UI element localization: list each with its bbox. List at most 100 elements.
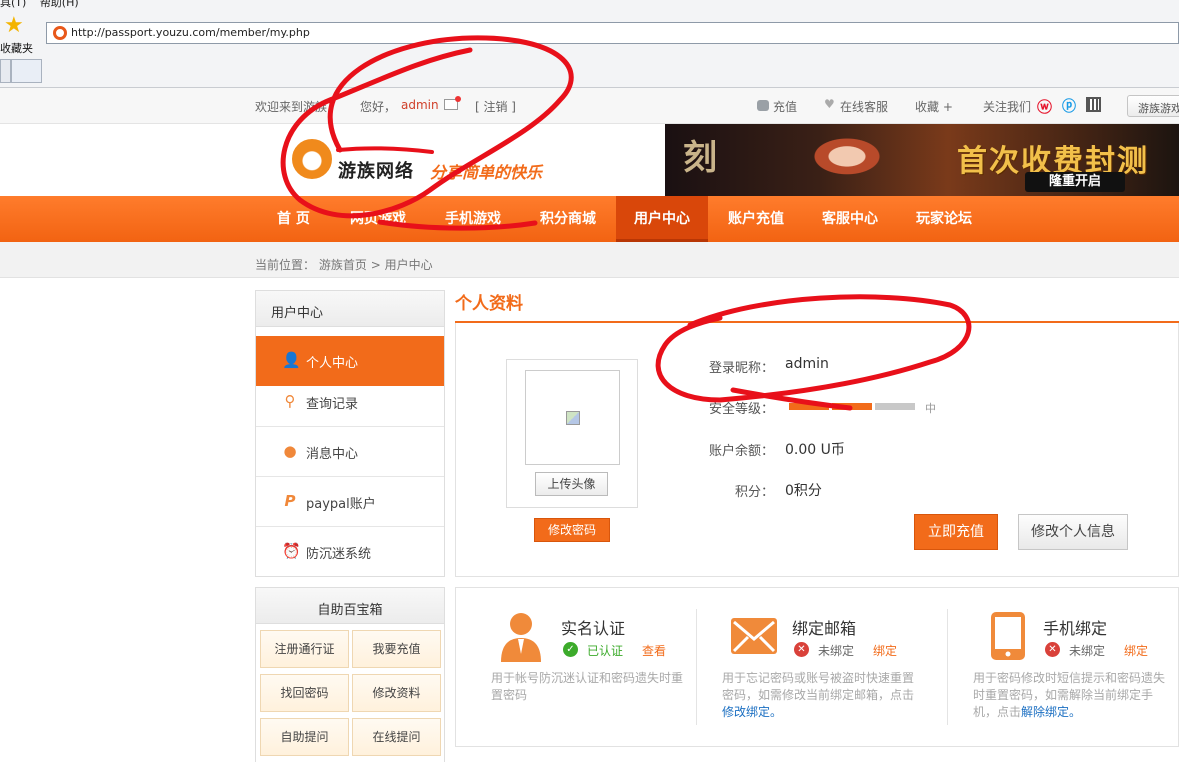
points-label: 积分： xyxy=(734,485,774,500)
logo-slogan: 分享简单的快乐 xyxy=(430,163,543,182)
browser-new-tab[interactable] xyxy=(11,59,42,83)
banner-character-image xyxy=(775,124,895,196)
favorite-link[interactable]: 收藏 + xyxy=(915,98,953,115)
nav-customer-service[interactable]: 客服中心 xyxy=(822,196,878,242)
broken-image-icon xyxy=(566,411,580,425)
email-envelope-icon xyxy=(731,618,777,654)
qrcode-icon[interactable] xyxy=(1086,97,1101,112)
site-favicon-icon xyxy=(53,26,67,40)
breadcrumb-separator: > xyxy=(370,258,381,272)
sidebar-item-label: 消息中心 xyxy=(306,447,359,462)
balance-value: 0.00 U币 xyxy=(785,442,845,458)
chat-icon: ● xyxy=(283,442,297,460)
youzu-logo-icon[interactable] xyxy=(292,139,332,179)
follow-us-text: 关注我们 xyxy=(983,100,1032,114)
breadcrumb-current: 用户中心 xyxy=(384,258,433,272)
banner-game-logo: 刻 xyxy=(683,138,717,178)
card-desc-phone: 用于密码修改时短信提示和密码遗失时重置密码，如需解除当前绑定手机，点击解除绑定。 xyxy=(973,670,1173,721)
security-level-label: 安全等级： xyxy=(708,402,774,417)
nickname-label: 登录昵称： xyxy=(708,361,774,376)
toolbox-recharge-button[interactable]: 我要充值 xyxy=(352,630,441,668)
check-icon: ✓ xyxy=(563,642,578,657)
change-password-button[interactable]: 修改密码 xyxy=(534,518,610,542)
breadcrumb: 当前位置： 游族首页 > 用户中心 xyxy=(255,256,433,273)
coin-icon xyxy=(757,100,769,111)
card-divider xyxy=(696,609,697,725)
mail-icon[interactable] xyxy=(444,96,461,110)
balance-label: 账户余额： xyxy=(708,444,774,459)
welcome-text: 欢迎来到游族！ xyxy=(255,100,340,114)
nav-user-center[interactable]: 用户中心 xyxy=(616,196,708,242)
sidebar-item-paypal[interactable]: P paypal账户 xyxy=(256,477,444,527)
online-question-button[interactable]: 在线提问 xyxy=(352,718,441,756)
bind-phone-link[interactable]: 绑定 xyxy=(1124,642,1148,659)
browser-tab[interactable] xyxy=(0,59,11,83)
menu-help[interactable]: 帮助(H) xyxy=(40,0,79,9)
toolbox-title: 自助百宝箱 xyxy=(256,588,444,624)
section-title: 个人资料 xyxy=(455,294,523,314)
sidebar-item-anti-addiction[interactable]: ⏰ 防沉迷系统 xyxy=(256,527,444,577)
nav-points-mall[interactable]: 积分商城 xyxy=(540,196,596,242)
card-divider xyxy=(947,609,948,725)
recover-password-button[interactable]: 找回密码 xyxy=(260,674,349,712)
nav-forum[interactable]: 玩家论坛 xyxy=(916,196,972,242)
banner-subtitle: 隆重开启 xyxy=(1025,172,1125,192)
edit-info-button[interactable]: 修改资料 xyxy=(352,674,441,712)
cross-icon: ✕ xyxy=(794,642,809,657)
modify-binding-link[interactable]: 修改绑定。 xyxy=(722,705,782,719)
card-desc-text: 用于忘记密码或账号被盗时快速重置密码，如需修改当前绑定邮箱，点击 xyxy=(722,671,915,702)
security-bar-segment xyxy=(832,403,872,410)
site-topbar: 欢迎来到游族！ 您好， admin [ 注销 ] 充值 ♥ 在线客服 收藏 + … xyxy=(0,88,1179,124)
points-value: 0积分 xyxy=(785,483,822,499)
mobile-phone-icon xyxy=(991,612,1025,660)
breadcrumb-label: 当前位置： xyxy=(255,258,316,272)
view-link[interactable]: 查看 xyxy=(642,642,666,659)
recharge-now-button[interactable]: 立即充值 xyxy=(914,514,998,550)
logout-link[interactable]: [ 注销 ] xyxy=(475,98,516,115)
bind-email-link[interactable]: 绑定 xyxy=(873,642,897,659)
favorites-label[interactable]: 收藏夹 xyxy=(0,40,33,56)
sidebar-title: 用户中心 xyxy=(256,291,444,327)
sidebar-item-label: 防沉迷系统 xyxy=(306,547,372,562)
security-bar-segment xyxy=(875,403,915,410)
card-title-real-name: 实名认证 xyxy=(561,619,626,638)
main-nav: 首 页 网页游戏 手机游戏 积分商城 用户中心 账户充值 客服中心 玩家论坛 xyxy=(0,196,1179,242)
site-switch-button[interactable]: 游族游戏 xyxy=(1127,95,1179,117)
sidebar-item-messages[interactable]: ● 消息中心 xyxy=(256,427,444,477)
nickname-value: admin xyxy=(785,356,829,372)
weibo-icon[interactable]: ⓦ xyxy=(1037,96,1052,117)
upload-avatar-button[interactable]: 上传头像 xyxy=(535,472,608,496)
cross-icon: ✕ xyxy=(1045,642,1060,657)
nav-mobile-games[interactable]: 手机游戏 xyxy=(445,196,501,242)
sidebar-item-records[interactable]: ⚲ 查询记录 xyxy=(256,377,444,427)
recharge-link[interactable]: 充值 xyxy=(773,98,797,115)
address-url[interactable]: http://passport.youzu.com/member/my.php xyxy=(71,26,310,39)
real-name-person-icon xyxy=(501,613,541,662)
breadcrumb-home[interactable]: 游族首页 xyxy=(319,258,367,272)
username-link[interactable]: admin xyxy=(401,98,439,112)
unbind-link[interactable]: 解除绑定。 xyxy=(1021,705,1081,719)
logo-name[interactable]: 游族网络 xyxy=(338,157,414,183)
nav-recharge[interactable]: 账户充值 xyxy=(728,196,784,242)
toolbox-panel: 自助百宝箱 注册通行证 我要充值 找回密码 修改资料 自助提问 在线提问 xyxy=(255,587,445,762)
edit-profile-button[interactable]: 修改个人信息 xyxy=(1018,514,1128,550)
p-icon[interactable]: ⓟ xyxy=(1062,96,1076,116)
user-icon: 👤 xyxy=(282,351,301,369)
card-title-phone: 手机绑定 xyxy=(1043,619,1108,638)
alarm-clock-icon: ⏰ xyxy=(282,542,301,560)
favorites-star-icon[interactable]: ★ xyxy=(4,14,30,38)
sidebar-item-label: 查询记录 xyxy=(306,397,359,412)
menu-tools[interactable]: 具(T) xyxy=(0,0,26,9)
breadcrumb-bar: 当前位置： 游族首页 > 用户中心 xyxy=(0,242,1179,278)
self-question-button[interactable]: 自助提问 xyxy=(260,718,349,756)
card-desc-email: 用于忘记密码或账号被盗时快速重置密码，如需修改当前绑定邮箱，点击修改绑定。 xyxy=(722,670,922,721)
heart-icon: ♥ xyxy=(824,97,835,111)
nav-home[interactable]: 首 页 xyxy=(277,196,310,242)
online-service-link[interactable]: 在线客服 xyxy=(840,98,888,115)
card-title-email: 绑定邮箱 xyxy=(792,619,857,638)
card-desc-real-name: 用于帐号防沉迷认证和密码遗失时重置密码 xyxy=(491,670,691,704)
address-bar[interactable]: http://passport.youzu.com/member/my.php xyxy=(46,22,1179,44)
nav-web-games[interactable]: 网页游戏 xyxy=(350,196,406,242)
game-banner[interactable]: 刻 首次收费封测 隆重开启 xyxy=(665,124,1179,196)
register-pass-button[interactable]: 注册通行证 xyxy=(260,630,349,668)
